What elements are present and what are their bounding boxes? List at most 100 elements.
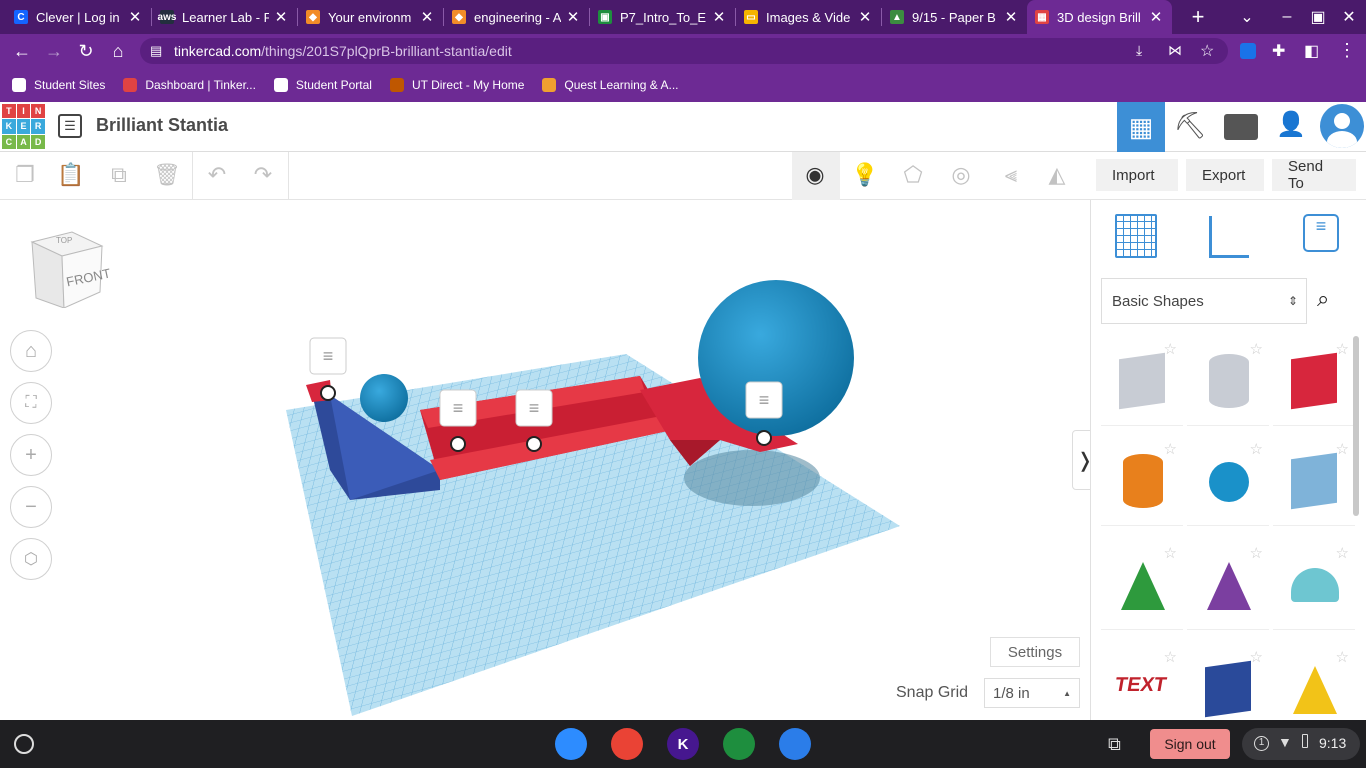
zoom-icon[interactable] <box>555 728 587 760</box>
browser-tab[interactable]: ▲ 9/15 - Paper B ✕ <box>882 0 1027 34</box>
shape-tile[interactable]: ☆ <box>1187 336 1269 426</box>
install-icon[interactable]: ⤓ <box>1136 42 1142 59</box>
reload-icon[interactable]: ↻ <box>70 34 102 68</box>
design-title[interactable]: Brilliant Stantia <box>96 115 228 136</box>
classroom-icon[interactable] <box>723 728 755 760</box>
shape-tile[interactable]: ☆ <box>1273 436 1355 526</box>
address-bar[interactable]: ▤ tinkercad.com/things/201S7plQprB-brill… <box>140 38 1228 64</box>
user-avatar[interactable] <box>1320 104 1364 148</box>
favorite-star-icon[interactable]: ☆ <box>1250 648 1263 666</box>
clock-time[interactable]: 9:13 <box>1319 735 1346 751</box>
favorite-star-icon[interactable]: ☆ <box>1250 544 1263 562</box>
fit-view-icon[interactable]: ⛶ <box>10 382 52 424</box>
side-panel-icon[interactable]: ◧ <box>1304 41 1319 61</box>
share-icon[interactable]: ⋈ <box>1168 42 1182 59</box>
workplane-tool-icon[interactable] <box>1115 214 1157 258</box>
favorite-star-icon[interactable]: ☆ <box>1336 440 1349 458</box>
files-icon[interactable] <box>779 728 811 760</box>
favorite-star-icon[interactable]: ☆ <box>1164 648 1177 666</box>
shape-tile[interactable]: ☆ <box>1273 336 1355 426</box>
favorite-star-icon[interactable]: ☆ <box>1336 648 1349 666</box>
light-bulb-icon[interactable]: 💡 <box>850 160 880 190</box>
tab-close-icon[interactable]: ✕ <box>273 8 289 26</box>
scene-3d[interactable]: ≡ ≡ ≡ ≡ <box>0 200 1090 720</box>
snap-grid-select[interactable]: 1/8 in ▲ <box>984 678 1080 708</box>
favorite-star-icon[interactable]: ☆ <box>1164 340 1177 358</box>
workplane-canvas[interactable]: ≡ ≡ ≡ ≡ TOP FRONT ⌂ ⛶ + − ⬡ Settings Sna… <box>0 200 1098 720</box>
codeblocks-pickaxe-icon[interactable]: ⛏ <box>1170 110 1210 144</box>
bookmark-item[interactable]: Quest Learning & A... <box>542 78 679 92</box>
back-icon[interactable]: ← <box>6 34 38 68</box>
shape-tile[interactable]: ☆ <box>1187 436 1269 526</box>
zoom-in-icon[interactable]: + <box>10 434 52 476</box>
redo-icon[interactable]: ↷ <box>248 160 278 190</box>
menu-kebab-icon[interactable]: ⋮ <box>1338 40 1356 61</box>
favorite-star-icon[interactable]: ☆ <box>1164 544 1177 562</box>
zoom-out-icon[interactable]: − <box>10 486 52 528</box>
bookmark-item[interactable]: UT Direct - My Home <box>389 78 524 92</box>
browser-tab[interactable]: C Clever | Log in ✕ <box>6 0 151 34</box>
browser-tab[interactable]: ◆ engineering - A ✕ <box>444 0 589 34</box>
align-icon[interactable]: ⫷ <box>996 160 1026 190</box>
delete-trash-icon[interactable]: 🗑 <box>152 160 182 190</box>
tab-close-icon[interactable]: ✕ <box>711 8 727 26</box>
bricks-view-icon[interactable] <box>1224 114 1258 140</box>
undo-icon[interactable]: ↶ <box>202 160 232 190</box>
settings-button[interactable]: Settings <box>990 637 1080 667</box>
tab-close-icon[interactable]: ✕ <box>1003 8 1019 26</box>
kahoot-icon[interactable]: K <box>667 728 699 760</box>
favorite-star-icon[interactable]: ☆ <box>1336 544 1349 562</box>
home-view-icon[interactable]: ⌂ <box>10 330 52 372</box>
search-icon[interactable]: ⌕ <box>1317 286 1329 312</box>
forward-icon[interactable]: → <box>38 34 70 68</box>
minimize-icon[interactable]: – <box>1270 0 1304 34</box>
tinkercad-logo[interactable]: TINKERCAD <box>2 104 45 149</box>
extension-icon[interactable] <box>1240 43 1256 59</box>
solid-shape-icon[interactable]: ⬠ <box>898 160 928 190</box>
bookmark-item[interactable]: Student Portal <box>273 78 372 92</box>
favorite-star-icon[interactable]: ☆ <box>1250 440 1263 458</box>
shape-tile[interactable]: ☆ <box>1101 336 1183 426</box>
bookmark-item[interactable]: Dashboard | Tinker... <box>123 78 256 92</box>
perspective-icon[interactable]: ⬡ <box>10 538 52 580</box>
tab-close-icon[interactable]: ✕ <box>419 8 435 26</box>
import-button[interactable]: Import <box>1096 159 1178 191</box>
view-cube[interactable]: TOP FRONT <box>28 228 112 309</box>
holding-space-icon[interactable]: ⧉ <box>1108 734 1121 755</box>
extensions-puzzle-icon[interactable]: ✚ <box>1272 41 1285 61</box>
invite-user-icon[interactable]: 👤 <box>1276 110 1306 144</box>
shape-tile[interactable]: ☆ <box>1187 540 1269 630</box>
tab-search-icon[interactable]: ⌄ <box>1230 0 1264 34</box>
tab-close-icon[interactable]: ✕ <box>127 8 143 26</box>
browser-tab[interactable]: ▣ P7_Intro_To_E ✕ <box>590 0 735 34</box>
export-button[interactable]: Export <box>1186 159 1264 191</box>
3d-design-view-icon[interactable]: ▦ <box>1117 102 1165 152</box>
site-info-icon[interactable]: ▤ <box>150 43 162 59</box>
favorite-star-icon[interactable]: ☆ <box>1164 440 1177 458</box>
chrome-icon[interactable] <box>611 728 643 760</box>
sign-out-button[interactable]: Sign out <box>1150 729 1230 759</box>
small-sphere[interactable] <box>360 374 408 422</box>
copy-icon[interactable]: ❐ <box>10 160 40 190</box>
favorite-star-icon[interactable]: ☆ <box>1336 340 1349 358</box>
ruler-tool-icon[interactable] <box>1209 216 1249 258</box>
bookmark-item[interactable]: Student Sites <box>12 78 105 92</box>
duplicate-icon[interactable]: ⧉ <box>104 160 134 190</box>
new-tab-button[interactable]: + <box>1178 4 1218 30</box>
browser-tab[interactable]: aws Learner Lab - F ✕ <box>152 0 297 34</box>
launcher-icon[interactable] <box>14 734 34 754</box>
paste-icon[interactable]: 📋 <box>56 160 86 190</box>
designs-list-icon[interactable]: ☰ <box>58 114 82 138</box>
notes-tool-icon[interactable]: ≡ <box>1303 214 1339 252</box>
browser-tab[interactable]: ▭ Images & Vide ✕ <box>736 0 881 34</box>
favorite-star-icon[interactable]: ☆ <box>1250 340 1263 358</box>
bookmark-star-icon[interactable]: ☆ <box>1200 41 1214 61</box>
notification-badge[interactable]: 1 <box>1254 736 1269 751</box>
maximize-icon[interactable]: ▣ <box>1301 0 1335 34</box>
shape-category-select[interactable]: Basic Shapes ⇕ <box>1101 278 1307 324</box>
browser-tab[interactable]: ◆ Your environm ✕ <box>298 0 443 34</box>
close-window-icon[interactable]: ✕ <box>1332 0 1366 34</box>
mirror-icon[interactable]: ◭ <box>1042 160 1072 190</box>
panel-scrollbar[interactable] <box>1353 336 1359 516</box>
hole-shape-icon[interactable]: ◎ <box>946 160 976 190</box>
